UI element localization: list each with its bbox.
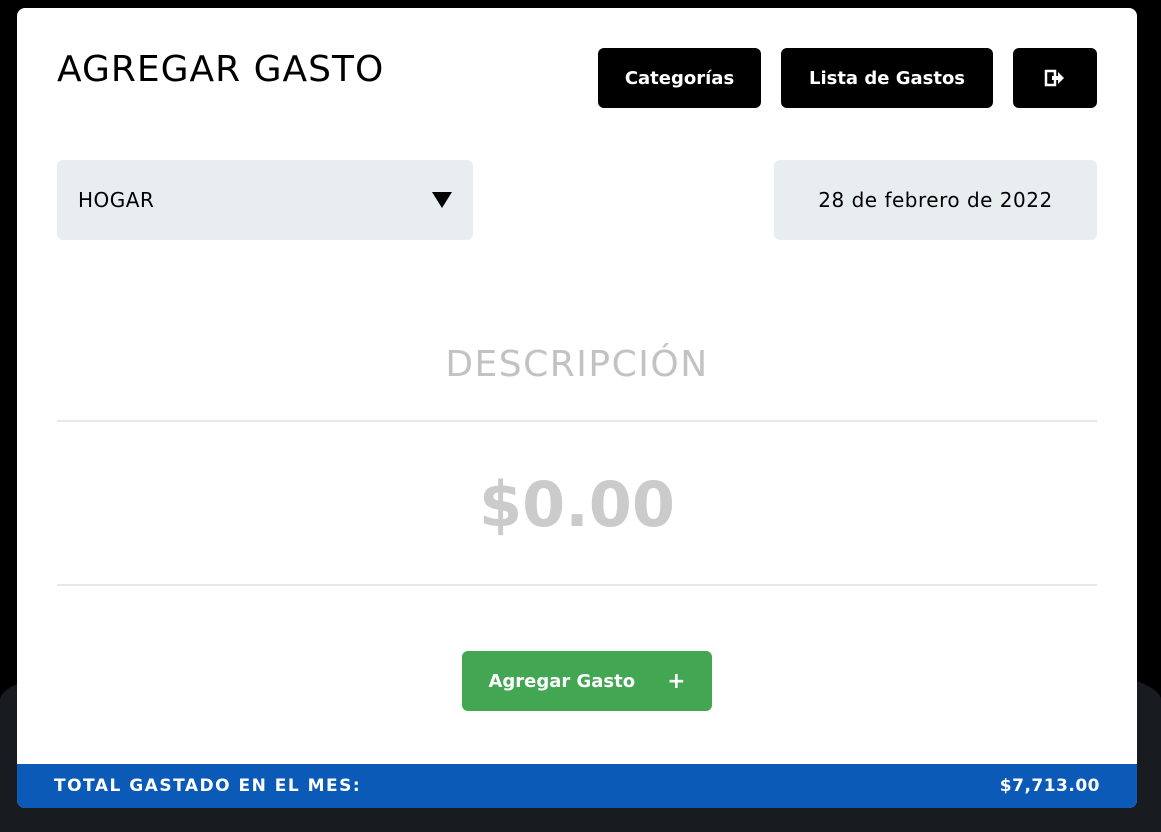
expense-list-button[interactable]: Lista de Gastos [781, 48, 993, 108]
category-select-value: HOGAR [78, 188, 155, 212]
logout-button[interactable] [1013, 48, 1097, 108]
add-expense-button[interactable]: Agregar Gasto + [462, 651, 712, 711]
date-picker[interactable]: 28 de febrero de 2022 [774, 160, 1097, 240]
page-title: AGREGAR GASTO [57, 49, 385, 90]
add-expense-card: AGREGAR GASTO Categorías Lista de Gastos… [17, 8, 1137, 808]
category-select[interactable]: HOGAR [57, 160, 473, 240]
categories-button[interactable]: Categorías [598, 48, 761, 108]
monthly-total-bar: TOTAL GASTADO EN EL MES: $7,713.00 [17, 764, 1137, 808]
monthly-total-value: $7,713.00 [999, 776, 1100, 796]
logout-icon [1044, 69, 1064, 87]
amount-input[interactable]: $0.00 [57, 424, 1097, 586]
plus-icon: + [667, 668, 686, 694]
add-expense-button-label: Agregar Gasto [488, 670, 636, 692]
monthly-total-label: TOTAL GASTADO EN EL MES: [54, 776, 362, 796]
triangle-down-icon [432, 192, 452, 208]
description-input[interactable]: DESCRIPCIÓN [57, 308, 1097, 422]
